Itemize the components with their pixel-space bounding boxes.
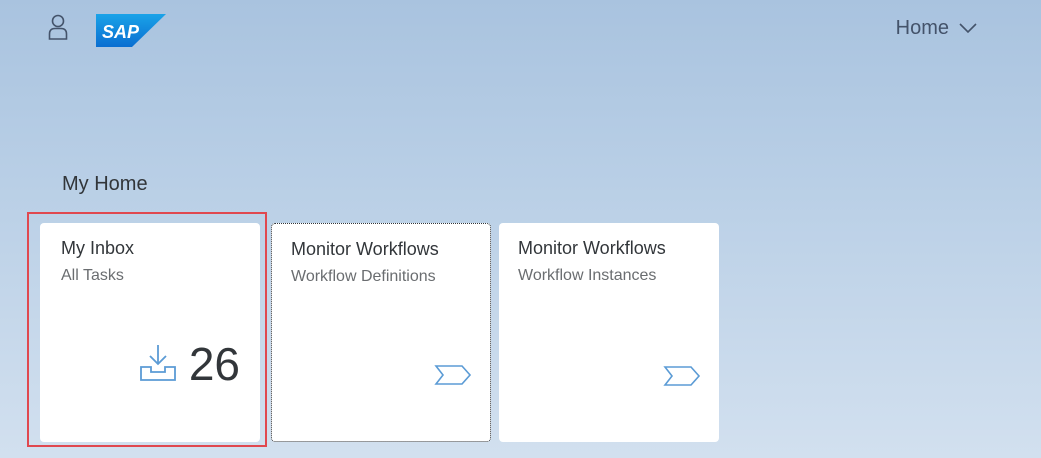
- tile-subtitle: Workflow Instances: [518, 267, 657, 284]
- home-menu-label: Home: [895, 16, 949, 39]
- kpi-value: 26: [188, 338, 240, 390]
- tile-subtitle: Workflow Definitions: [291, 268, 436, 285]
- inbox-download-icon: [139, 345, 176, 381]
- tile-monitor-workflow-instances[interactable]: Monitor Workflows Workflow Instances: [499, 223, 719, 442]
- shell-header: SAP Home: [0, 0, 1041, 56]
- tile-subtitle: All Tasks: [61, 267, 124, 284]
- tile-monitor-workflow-definitions[interactable]: Monitor Workflows Workflow Definitions: [271, 223, 491, 442]
- tile-title: Monitor Workflows: [291, 239, 439, 259]
- tile-title: Monitor Workflows: [518, 238, 666, 258]
- sap-logo: SAP: [96, 14, 166, 47]
- home-menu-button[interactable]: Home: [896, 14, 977, 42]
- svg-text:SAP: SAP: [102, 22, 140, 42]
- user-menu-button[interactable]: [44, 12, 72, 42]
- tile-kpi: 26: [139, 341, 240, 387]
- process-arrow-icon: [434, 365, 472, 385]
- process-arrow-icon: [663, 366, 701, 386]
- section-title: My Home: [62, 173, 148, 195]
- tile-title: My Inbox: [61, 238, 135, 258]
- chevron-down-icon: [959, 19, 977, 37]
- tile-my-inbox[interactable]: My Inbox All Tasks 26: [40, 223, 260, 442]
- person-icon: [48, 14, 68, 40]
